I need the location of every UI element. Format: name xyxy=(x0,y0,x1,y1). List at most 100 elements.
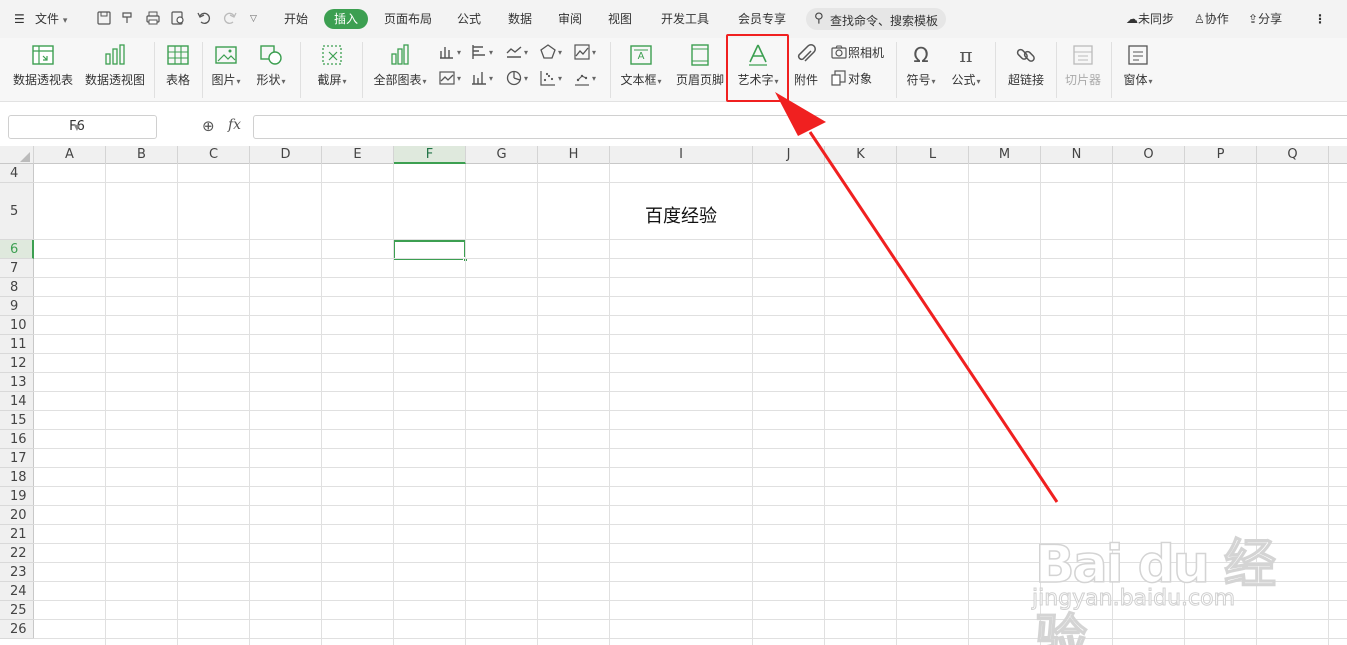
column-header-m[interactable]: M xyxy=(969,146,1041,164)
undo-icon[interactable] xyxy=(196,10,212,26)
combo-chart-button[interactable]: ▾ xyxy=(573,68,596,88)
row-header-5[interactable]: 5 xyxy=(0,183,34,240)
redo-icon[interactable] xyxy=(222,10,238,26)
column-header-o[interactable]: O xyxy=(1113,146,1185,164)
tab-data[interactable]: 数据 xyxy=(503,9,537,29)
column-header-n[interactable]: N xyxy=(1041,146,1113,164)
pie-chart-button[interactable]: ▾ xyxy=(505,68,528,88)
column-header-e[interactable]: E xyxy=(322,146,394,164)
row-header-13[interactable]: 13 xyxy=(0,373,34,392)
header-footer-button[interactable]: 页眉页脚 xyxy=(673,40,727,96)
row-header-10[interactable]: 10 xyxy=(0,316,34,335)
row-header-24[interactable]: 24 xyxy=(0,582,34,601)
attachment-button[interactable]: 附件 xyxy=(790,40,822,96)
dropdown-caret-icon: ▾ xyxy=(592,47,597,57)
row-header-21[interactable]: 21 xyxy=(0,525,34,544)
row-header-22[interactable]: 22 xyxy=(0,544,34,563)
zoom-icon[interactable]: ⊕ xyxy=(202,117,215,135)
tab-developer[interactable]: 开发工具 xyxy=(656,9,714,29)
tab-formulas[interactable]: 公式 xyxy=(452,9,486,29)
dropdown-caret-icon: ▾ xyxy=(422,77,427,86)
all-charts-button[interactable]: 全部图表▾ xyxy=(369,40,431,96)
row-header-4[interactable]: 4 xyxy=(0,164,34,183)
row-header-25[interactable]: 25 xyxy=(0,601,34,620)
row-header-16[interactable]: 16 xyxy=(0,430,34,449)
row-header-6[interactable]: 6 xyxy=(0,240,34,259)
row-header-17[interactable]: 17 xyxy=(0,449,34,468)
row-header-11[interactable]: 11 xyxy=(0,335,34,354)
active-cell-f6[interactable] xyxy=(393,240,468,262)
sync-status[interactable]: ☁未同步 xyxy=(1126,9,1174,29)
tab-insert[interactable]: 插入 xyxy=(324,9,368,29)
tab-view[interactable]: 视图 xyxy=(603,9,637,29)
pivot-chart-button[interactable]: 数据透视图 xyxy=(82,40,148,96)
camera-button[interactable]: 照相机 xyxy=(830,42,884,62)
object-button[interactable]: 对象 xyxy=(830,68,872,88)
name-box[interactable]: F6 ▼ xyxy=(8,115,157,139)
save-icon[interactable] xyxy=(96,10,112,26)
column-header-a[interactable]: A xyxy=(34,146,106,164)
pivot-table-button[interactable]: 数据透视表 xyxy=(10,40,76,96)
stock-chart-button[interactable]: ▾ xyxy=(470,68,493,88)
tab-member[interactable]: 会员专享 xyxy=(734,9,790,29)
hyperlink-button[interactable]: 超链接 xyxy=(1004,40,1048,96)
collaborate-button[interactable]: ♙协作 xyxy=(1194,9,1229,29)
select-all-corner[interactable] xyxy=(0,146,34,164)
hamburger-icon[interactable]: ☰ xyxy=(14,9,25,29)
screenshot-button[interactable]: 截屏▾ xyxy=(310,40,354,96)
form-controls-button[interactable]: 窗体▾ xyxy=(1118,40,1158,96)
shape-button[interactable]: 形状▾ xyxy=(250,40,292,96)
row-header-26[interactable]: 26 xyxy=(0,620,34,639)
column-header-c[interactable]: C xyxy=(178,146,250,164)
column-header-f[interactable]: F xyxy=(394,146,466,164)
dropdown-caret-icon: ▾ xyxy=(457,47,462,57)
tab-home[interactable]: 开始 xyxy=(279,9,313,29)
fx-icon[interactable]: fx xyxy=(228,117,241,133)
command-search-box[interactable]: ⚲ 查找命令、搜索模板 xyxy=(806,8,946,30)
column-header-g[interactable]: G xyxy=(466,146,538,164)
row-header-9[interactable]: 9 xyxy=(0,297,34,316)
column-header-k[interactable]: K xyxy=(825,146,897,164)
quick-access-dropdown-icon[interactable]: ▽ xyxy=(250,9,257,29)
column-header-j[interactable]: J xyxy=(753,146,825,164)
formula-input[interactable] xyxy=(253,115,1347,139)
scatter-chart-button[interactable]: ▾ xyxy=(539,68,562,88)
column-header-q[interactable]: Q xyxy=(1257,146,1329,164)
symbol-button[interactable]: Ω 符号▾ xyxy=(902,40,940,96)
equation-button[interactable]: π 公式▾ xyxy=(947,40,985,96)
radar-chart-button[interactable]: ▾ xyxy=(539,42,562,62)
row-header-14[interactable]: 14 xyxy=(0,392,34,411)
row-header-15[interactable]: 15 xyxy=(0,411,34,430)
row-header-7[interactable]: 7 xyxy=(0,259,34,278)
table-button[interactable]: 表格 xyxy=(160,40,196,96)
file-menu[interactable]: 文件 ▾ xyxy=(35,9,67,29)
row-header-8[interactable]: 8 xyxy=(0,278,34,297)
omega-icon: Ω xyxy=(913,43,928,67)
more-icon[interactable]: ⋮ xyxy=(1314,9,1326,29)
print-preview-icon[interactable] xyxy=(170,10,186,26)
row-header-20[interactable]: 20 xyxy=(0,506,34,525)
column-header-d[interactable]: D xyxy=(250,146,322,164)
tab-review[interactable]: 审阅 xyxy=(553,9,587,29)
format-painter-icon[interactable] xyxy=(120,10,136,26)
column-header-b[interactable]: B xyxy=(106,146,178,164)
column-chart-button[interactable]: ▾ xyxy=(438,42,461,62)
column-header-h[interactable]: H xyxy=(538,146,610,164)
row-header-18[interactable]: 18 xyxy=(0,468,34,487)
cell-i5[interactable]: 百度经验 xyxy=(610,202,752,228)
column-header-l[interactable]: L xyxy=(897,146,969,164)
print-icon[interactable] xyxy=(145,10,161,26)
area-chart-button[interactable]: ▾ xyxy=(573,42,596,62)
row-header-23[interactable]: 23 xyxy=(0,563,34,582)
picture-button[interactable]: 图片▾ xyxy=(207,40,245,96)
map-chart-button[interactable]: ▾ xyxy=(438,68,461,88)
bar-chart-button[interactable]: ▾ xyxy=(470,42,493,62)
column-header-i[interactable]: I xyxy=(610,146,753,164)
share-button[interactable]: ⇪分享 xyxy=(1248,9,1282,29)
line-chart-button[interactable]: ▾ xyxy=(505,42,528,62)
textbox-button[interactable]: A 文本框▾ xyxy=(617,40,665,96)
tab-page-layout[interactable]: 页面布局 xyxy=(380,9,436,29)
column-header-p[interactable]: P xyxy=(1185,146,1257,164)
row-header-19[interactable]: 19 xyxy=(0,487,34,506)
row-header-12[interactable]: 12 xyxy=(0,354,34,373)
